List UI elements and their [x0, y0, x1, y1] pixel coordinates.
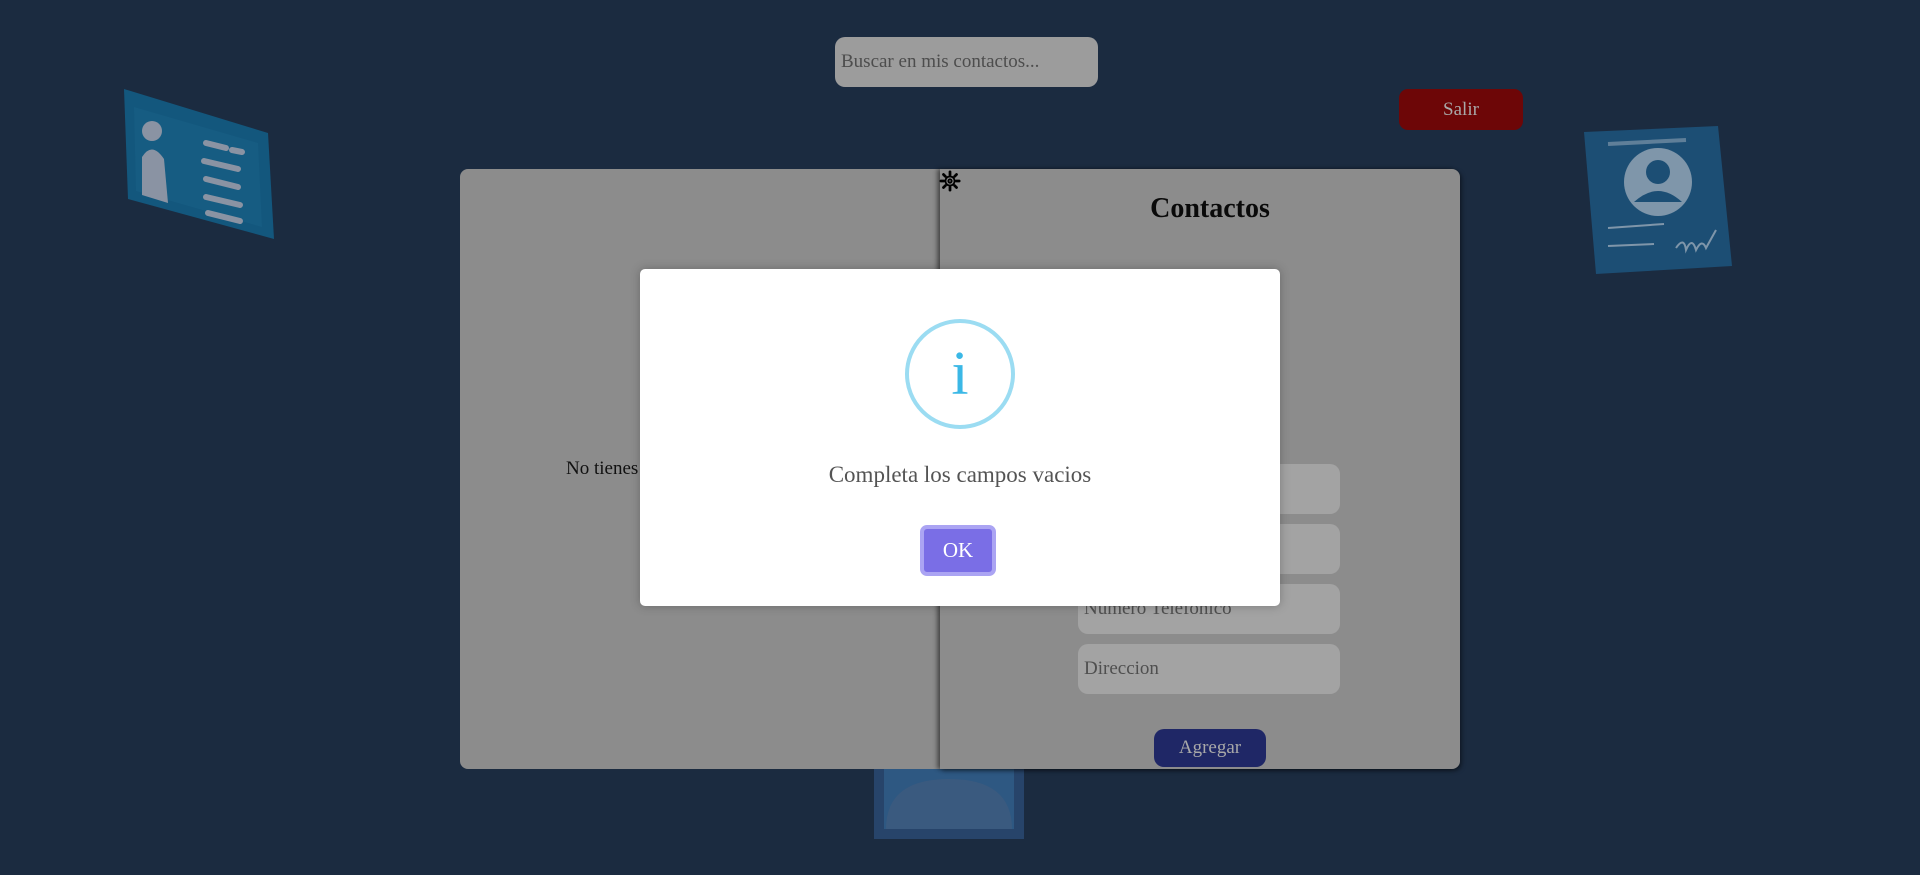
- ok-button[interactable]: OK: [920, 525, 996, 576]
- info-icon-glyph: i: [951, 340, 969, 408]
- alert-message: Completa los campos vacios: [828, 462, 1092, 487]
- info-icon: i: [905, 319, 1015, 429]
- alert-dialog: i Completa los campos vacios OK: [640, 269, 1280, 606]
